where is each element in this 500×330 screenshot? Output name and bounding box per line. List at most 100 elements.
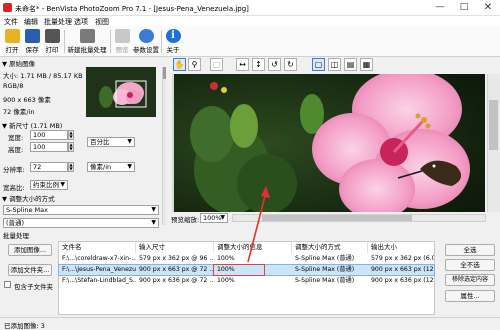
width-input[interactable]: 100 <box>30 130 68 140</box>
properties-button[interactable]: 属性... <box>445 290 495 302</box>
preview-icon <box>114 29 130 43</box>
height-input[interactable]: 100 <box>30 142 68 152</box>
hand-tool-icon[interactable]: ✋ <box>173 58 186 71</box>
image-preview-area[interactable] <box>172 74 485 212</box>
toolbar: 打开 保存 打印 新建批量处理 预览 参数设置 i 关于 <box>0 26 500 57</box>
split-horizontal-icon[interactable]: ▤ <box>344 58 357 71</box>
preview-scroll-thumb-h[interactable] <box>262 215 412 221</box>
new-batch-button[interactable]: 新建批量处理 <box>66 27 108 56</box>
open-folder-icon <box>4 29 20 43</box>
row-resize-method: S-Spline Max (普通) <box>295 277 355 284</box>
info-icon: i <box>165 29 181 43</box>
rotate-left-icon[interactable]: ↺ <box>268 58 281 71</box>
height-spinner[interactable]: ▲ ▼ <box>68 142 74 152</box>
settings-button[interactable]: 参数设置 <box>132 27 160 56</box>
preview-photo <box>172 74 485 212</box>
left-panel: ▼ 原始图像 大小: 1.71 MB / 85.17 KB RGB/8 900 … <box>0 57 166 228</box>
size-unit-value: 百分比 <box>90 138 110 146</box>
new-size-header[interactable]: ▼ 新尺寸 (1.71 MB) <box>2 120 62 130</box>
save-button[interactable]: 保存 <box>22 27 42 56</box>
original-size: 大小: 1.71 MB / 85.17 KB <box>3 72 83 80</box>
status-bar: 已添加图像: 3 <box>0 317 500 330</box>
thumbnail-preview[interactable] <box>86 67 156 117</box>
resolution-input[interactable]: 72 <box>30 162 68 172</box>
save-label: 保存 <box>25 46 39 54</box>
flip-vertical-icon[interactable]: ↕ <box>252 58 265 71</box>
width-spinner[interactable]: ▲ ▼ <box>68 130 74 140</box>
split-vertical-icon[interactable]: ◫ <box>328 58 341 71</box>
row-resize-info: 100% <box>217 277 235 284</box>
print-label: 打印 <box>45 46 59 54</box>
aspect-select[interactable]: 约束比例 ▼ <box>30 180 68 190</box>
resize-method-header[interactable]: ▼ 调整大小的方式 <box>2 193 55 203</box>
preset-select[interactable]: (普通) ▼ <box>3 218 159 228</box>
preview-button[interactable]: 预览 <box>112 27 132 56</box>
zoom-bar: 预览缩放: 100% ▼ <box>166 212 500 224</box>
add-image-button[interactable]: 添加图像... <box>8 244 52 256</box>
aspect-value: 约束比例 <box>33 181 59 189</box>
about-button[interactable]: i 关于 <box>163 27 183 56</box>
resolution-unit-select[interactable]: 像素/in ▼ <box>87 162 135 172</box>
original-resolution: 72 像素/in <box>3 108 35 116</box>
row-input-size: 900 px x 663 px @ 72 ... <box>139 266 214 273</box>
crop-tool-icon[interactable]: ▢ <box>210 58 223 71</box>
zoom-tool-icon[interactable]: ⚲ <box>188 58 201 71</box>
row-output-size: 579 px x 362 px (6.031... <box>371 255 434 262</box>
toolbar-divider <box>161 30 162 53</box>
about-label: 关于 <box>166 46 180 54</box>
toolbar-divider <box>110 30 111 53</box>
col-input-size[interactable]: 输入尺寸 <box>136 242 214 253</box>
col-output-size[interactable]: 输出大小 <box>368 242 434 253</box>
app-icon <box>3 3 12 12</box>
row-input-size: 900 px x 636 px @ 72 ... <box>139 277 214 284</box>
include-subfolders-label: 包含子文件夹 <box>14 283 53 291</box>
quad-view-icon[interactable]: ▦ <box>360 58 373 71</box>
thumbnail-image <box>86 67 156 117</box>
include-subfolders-checkbox[interactable] <box>4 281 11 288</box>
chevron-down-icon: ▼ <box>127 163 132 170</box>
close-icon[interactable]: ✕ <box>476 0 500 15</box>
settings-icon <box>138 29 154 43</box>
height-label: 高度: <box>8 146 24 154</box>
row-input-size: 579 px x 362 px @ 96 ... <box>139 255 214 262</box>
deselect-all-button[interactable]: 全不选 <box>445 259 495 271</box>
zoom-label: 预览缩放: <box>171 216 200 224</box>
image-frame <box>172 74 174 212</box>
minimize-icon[interactable]: — <box>428 0 452 15</box>
new-batch-label: 新建批量处理 <box>67 46 107 54</box>
thumbnail-scroll-thumb[interactable] <box>163 67 166 79</box>
col-filename[interactable]: 文件名 <box>59 242 136 253</box>
remove-selected-button[interactable]: 移除选定内容 <box>445 274 495 286</box>
batch-stack-icon <box>79 29 95 43</box>
print-button[interactable]: 打印 <box>42 27 62 56</box>
flip-horizontal-icon[interactable]: ↔ <box>236 58 249 71</box>
original-mode: RGB/8 <box>3 82 24 90</box>
preview-scroll-thumb-v[interactable] <box>489 100 498 150</box>
zoom-select[interactable]: 100% ▼ <box>200 213 228 223</box>
row-resize-method: S-Spline Max (普通) <box>295 255 355 262</box>
resize-method-select[interactable]: S-Spline Max ▼ <box>3 205 159 215</box>
title-bar: 未命名* - BenVista PhotoZoom Pro 7.1 - [Jes… <box>0 0 500 16</box>
table-row[interactable]: F:\...\Stefan-Lindblad_S... 900 px x 636… <box>59 276 434 286</box>
batch-header: 批量处理 <box>3 232 29 240</box>
printer-icon <box>44 29 60 43</box>
settings-scrollbar[interactable] <box>162 121 166 225</box>
chevron-down-icon: ▼ <box>151 206 156 213</box>
single-view-icon[interactable]: ▢ <box>312 58 325 71</box>
chevron-down-icon: ▼ <box>127 138 132 145</box>
size-unit-select[interactable]: 百分比 ▼ <box>87 137 135 147</box>
resolution-spinner[interactable]: ▲ ▼ <box>68 162 74 172</box>
rotate-right-icon[interactable]: ↻ <box>284 58 297 71</box>
open-button[interactable]: 打开 <box>2 27 22 56</box>
row-output-size: 900 px x 663 px (12.5"... <box>371 266 434 273</box>
select-all-button[interactable]: 全选 <box>445 244 495 256</box>
maximize-icon[interactable]: □ <box>452 0 476 15</box>
open-label: 打开 <box>5 46 19 54</box>
add-folder-button[interactable]: 添加文件夹... <box>8 264 52 276</box>
save-disk-icon <box>24 29 40 43</box>
original-image-header[interactable]: ▼ 原始图像 <box>2 58 35 68</box>
aspect-label: 宽高比: <box>3 184 25 192</box>
row-output-size: 900 px x 636 px (12.5"... <box>371 277 434 284</box>
row-filename: F:\...\Jesus-Pena_Venezuela.jpg <box>62 266 136 273</box>
col-resize-method[interactable]: 调整大小的方式 <box>292 242 368 253</box>
